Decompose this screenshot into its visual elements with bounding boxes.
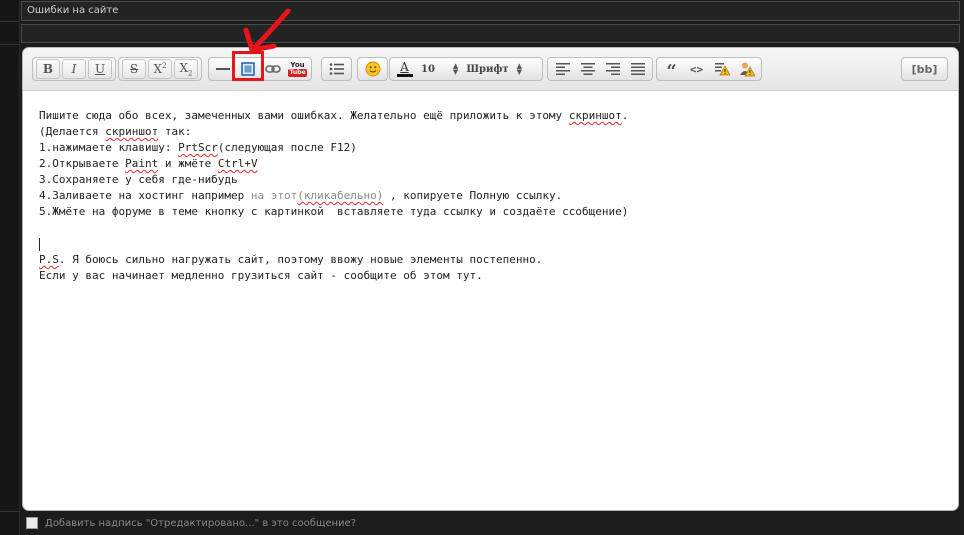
link-icon bbox=[264, 65, 281, 73]
code-button[interactable]: <> bbox=[684, 59, 709, 79]
font-family-select[interactable]: Шрифт ▲ ▼ bbox=[462, 59, 526, 79]
spinner-icon: ▲ ▼ bbox=[516, 61, 523, 76]
spoiler-icon bbox=[714, 63, 730, 76]
editor-toolbar: B I U S X2 X2 You Tube A 10 ▲ ▼ Шрифт ▲ … bbox=[23, 48, 958, 91]
subject-input[interactable]: Ошибки на сайте bbox=[21, 1, 960, 21]
insert-group: You Tube bbox=[208, 57, 312, 81]
quote-button[interactable]: “ bbox=[659, 59, 684, 82]
text-line: 1.нажимаете клавишу: PrtScr(следующая по… bbox=[39, 141, 357, 154]
font-color-icon: A bbox=[396, 61, 413, 77]
insert-link-button[interactable] bbox=[260, 59, 285, 79]
quote-icon: “ bbox=[666, 61, 677, 82]
format-group: B I U bbox=[32, 57, 116, 81]
spinner-icon: ▲ ▼ bbox=[452, 61, 459, 76]
subscript-button[interactable]: X2 bbox=[174, 59, 198, 79]
gutter-divider bbox=[0, 44, 20, 45]
insert-youtube-button[interactable]: You Tube bbox=[285, 59, 310, 79]
align-left-icon bbox=[555, 63, 570, 75]
align-justify-icon bbox=[630, 63, 645, 75]
bold-button[interactable]: B bbox=[36, 59, 60, 79]
hide-button[interactable] bbox=[734, 59, 759, 79]
smiley-icon bbox=[365, 61, 380, 77]
youtube-icon: You Tube bbox=[288, 60, 307, 77]
list-button[interactable] bbox=[324, 59, 349, 79]
hide-icon bbox=[739, 62, 755, 77]
edit-note-option: Добавить надпись "Отредактировано..." в … bbox=[26, 517, 356, 529]
italic-button[interactable]: I bbox=[62, 59, 86, 79]
align-center-button[interactable] bbox=[575, 59, 600, 79]
left-gutter bbox=[0, 0, 20, 535]
message-editor: B I U S X2 X2 You Tube A 10 ▲ ▼ Шрифт ▲ … bbox=[22, 47, 959, 511]
superscript-icon: X2 bbox=[153, 62, 167, 76]
superscript-button[interactable]: X2 bbox=[148, 59, 172, 79]
bbcode-toggle-button[interactable]: [bb] bbox=[901, 57, 948, 81]
bold-icon: B bbox=[42, 62, 54, 76]
underline-icon: U bbox=[94, 62, 106, 76]
secondary-input[interactable] bbox=[21, 24, 960, 43]
gutter-divider bbox=[0, 21, 20, 22]
message-textarea[interactable]: Пишите сюда обо всех, замеченных вами ош… bbox=[39, 108, 939, 284]
edit-note-checkbox[interactable] bbox=[26, 517, 38, 529]
font-group: A 10 ▲ ▼ Шрифт ▲ ▼ bbox=[389, 57, 543, 81]
image-icon bbox=[240, 62, 255, 76]
text-line: 2.Открываете Paint и жмёте Ctrl+V bbox=[39, 157, 258, 170]
spoiler-button[interactable] bbox=[709, 59, 734, 79]
hosting-link[interactable]: на этот bbox=[251, 189, 297, 202]
subject-value: Ошибки на сайте bbox=[27, 5, 119, 16]
smiley-button[interactable] bbox=[360, 59, 385, 79]
text-line bbox=[39, 220, 939, 236]
gutter-divider bbox=[0, 511, 20, 512]
text-line: Если у вас начинает медленно грузиться с… bbox=[39, 269, 483, 282]
align-justify-button[interactable] bbox=[625, 59, 650, 79]
strike-button[interactable]: S bbox=[122, 59, 146, 79]
smiley-group bbox=[357, 57, 388, 81]
list-icon bbox=[329, 63, 344, 75]
align-center-icon bbox=[580, 63, 595, 75]
subscript-icon: X2 bbox=[179, 60, 193, 78]
text-line: Пишите сюда обо всех, замеченных вами ош… bbox=[39, 109, 629, 122]
code-icon: <> bbox=[689, 62, 704, 76]
text-caret bbox=[39, 237, 40, 251]
font-color-button[interactable]: A bbox=[392, 59, 417, 79]
align-right-button[interactable] bbox=[600, 59, 625, 79]
align-right-icon bbox=[605, 63, 620, 75]
text-line: 3.Сохраняете у себя где-нибудь bbox=[39, 173, 238, 186]
text-line: P.S. Я боюсь сильно нагружать сайт, поэт… bbox=[39, 253, 543, 266]
edit-note-label: Добавить надпись "Отредактировано..." в … bbox=[45, 517, 357, 529]
text-line: 4.Заливаете на хостинг например на этот(… bbox=[39, 189, 563, 202]
insert-image-button[interactable] bbox=[235, 59, 260, 79]
horizontal-rule-icon bbox=[215, 68, 230, 70]
horizontal-rule-button[interactable] bbox=[210, 59, 235, 79]
text-line: 5.Жмёте на форуме в теме кнопку с картин… bbox=[39, 205, 629, 218]
align-group bbox=[547, 57, 653, 81]
align-left-button[interactable] bbox=[550, 59, 575, 79]
font-size-value: 10 bbox=[421, 63, 435, 75]
bbcode-label: [bb] bbox=[911, 62, 938, 76]
script-group: S X2 X2 bbox=[118, 57, 202, 81]
list-group bbox=[321, 57, 352, 81]
italic-icon: I bbox=[71, 62, 77, 76]
block-group: “ <> bbox=[656, 57, 762, 81]
strike-icon: S bbox=[129, 62, 139, 76]
font-size-select[interactable]: 10 ▲ ▼ bbox=[417, 59, 462, 79]
text-line: (Делается скриншот так: bbox=[39, 125, 192, 138]
font-family-value: Шрифт bbox=[466, 63, 509, 75]
underline-button[interactable]: U bbox=[88, 59, 112, 79]
text-line bbox=[39, 236, 939, 252]
